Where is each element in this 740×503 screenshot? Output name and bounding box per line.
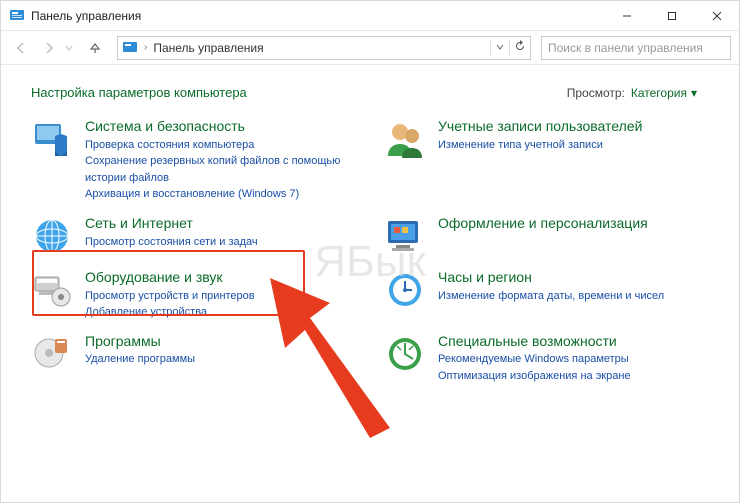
recent-dropdown[interactable] [65, 41, 79, 55]
page-heading: Настройка параметров компьютера [31, 85, 567, 100]
category-link[interactable]: Добавление устройства [85, 304, 255, 321]
category-clock-region: Часы и регион Изменение формата даты, вр… [384, 269, 709, 321]
close-button[interactable] [694, 1, 739, 31]
category-ease-of-access: Специальные возможности Рекомендуемые Wi… [384, 333, 709, 385]
control-panel-icon [9, 8, 25, 24]
address-history-dropdown[interactable] [490, 41, 505, 55]
category-hardware-sound: Оборудование и звук Просмотр устройств и… [31, 269, 356, 321]
chevron-down-icon: ▾ [691, 86, 697, 100]
view-by-label: Просмотр: [567, 86, 625, 100]
back-button[interactable] [9, 36, 33, 60]
category-link[interactable]: Архивация и восстановление (Windows 7) [85, 186, 356, 203]
category-link[interactable]: Сохранение резервных копий файлов с помо… [85, 153, 356, 186]
category-title[interactable]: Оборудование и звук [85, 269, 255, 286]
category-programs: Программы Удаление программы [31, 333, 356, 385]
category-title[interactable]: Специальные возможности [438, 333, 631, 350]
search-box[interactable] [541, 36, 731, 60]
category-link[interactable]: Просмотр состояния сети и задач [85, 234, 258, 251]
up-button[interactable] [83, 36, 107, 60]
chevron-right-icon[interactable]: › [142, 42, 149, 53]
category-link[interactable]: Оптимизация изображения на экране [438, 368, 631, 385]
network-internet-icon [31, 215, 73, 257]
nav-bar: › Панель управления [1, 31, 739, 65]
ease-of-access-icon [384, 333, 426, 375]
user-accounts-icon [384, 118, 426, 160]
category-network-internet: Сеть и Интернет Просмотр состояния сети … [31, 215, 356, 257]
category-link[interactable]: Рекомендуемые Windows параметры [438, 351, 631, 368]
category-title[interactable]: Программы [85, 333, 195, 350]
forward-button[interactable] [37, 36, 61, 60]
hardware-sound-icon [31, 269, 73, 311]
category-link[interactable]: Проверка состояния компьютера [85, 137, 356, 154]
control-panel-icon [122, 40, 138, 56]
category-title[interactable]: Учетные записи пользователей [438, 118, 642, 135]
window-title: Панель управления [31, 9, 604, 23]
breadcrumb[interactable]: Панель управления [153, 41, 263, 55]
title-bar: Панель управления [1, 1, 739, 31]
view-by-dropdown[interactable]: Категория ▾ [631, 86, 697, 100]
category-link[interactable]: Изменение формата даты, времени и чисел [438, 288, 664, 305]
category-link[interactable]: Изменение типа учетной записи [438, 137, 642, 154]
clock-region-icon [384, 269, 426, 311]
category-link[interactable]: Удаление программы [85, 351, 195, 368]
system-security-icon [31, 118, 73, 160]
category-title[interactable]: Система и безопасность [85, 118, 356, 135]
category-title[interactable]: Оформление и персонализация [438, 215, 648, 232]
content-area: Настройка параметров компьютера Просмотр… [1, 65, 739, 394]
programs-icon [31, 333, 73, 375]
refresh-button[interactable] [509, 40, 526, 55]
category-title[interactable]: Сеть и Интернет [85, 215, 258, 232]
category-system-security: Система и безопасность Проверка состояни… [31, 118, 356, 203]
category-title[interactable]: Часы и регион [438, 269, 664, 286]
appearance-icon [384, 215, 426, 257]
category-link[interactable]: Просмотр устройств и принтеров [85, 288, 255, 305]
search-input[interactable] [548, 41, 724, 55]
maximize-button[interactable] [649, 1, 694, 31]
category-appearance-personalization: Оформление и персонализация [384, 215, 709, 257]
category-user-accounts: Учетные записи пользователей Изменение т… [384, 118, 709, 203]
address-bar[interactable]: › Панель управления [117, 36, 531, 60]
minimize-button[interactable] [604, 1, 649, 31]
